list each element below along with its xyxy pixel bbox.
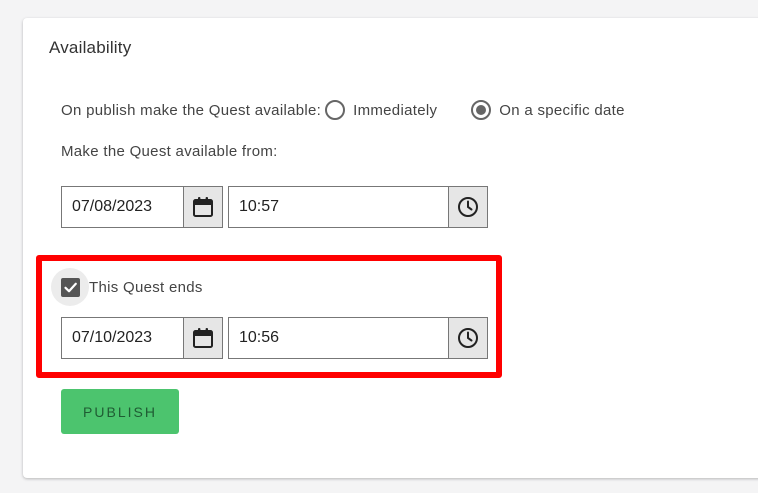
quest-ends-checkbox[interactable]	[51, 268, 89, 306]
start-time-field	[228, 186, 488, 228]
end-time-input[interactable]	[229, 318, 439, 358]
radio-button-unselected[interactable]	[325, 100, 346, 120]
clock-icon[interactable]	[448, 187, 487, 227]
radio-specific-date[interactable]: On a specific date	[471, 100, 624, 120]
start-date-input[interactable]	[62, 187, 182, 227]
publish-options-row: On publish make the Quest available: Imm…	[61, 99, 625, 121]
radio-immediately-label: Immediately	[353, 101, 438, 119]
end-time-field	[228, 317, 488, 359]
available-from-label: Make the Quest available from:	[61, 143, 278, 160]
radio-specific-date-label: On a specific date	[499, 101, 625, 119]
checkmark-icon	[60, 277, 80, 297]
start-time-input[interactable]	[229, 187, 439, 227]
radio-immediately[interactable]: Immediately	[325, 100, 437, 120]
calendar-icon[interactable]	[183, 318, 222, 358]
quest-ends-row: This Quest ends	[51, 268, 203, 306]
start-date-field	[61, 186, 223, 228]
end-date-field	[61, 317, 223, 359]
publish-prompt-label: On publish make the Quest available:	[61, 101, 322, 119]
clock-icon[interactable]	[448, 318, 487, 358]
section-title: Availability	[49, 38, 132, 57]
publish-button[interactable]: PUBLISH	[61, 389, 179, 434]
calendar-icon[interactable]	[183, 187, 222, 227]
end-date-input[interactable]	[62, 318, 182, 358]
availability-card: Availability On publish make the Quest a…	[23, 18, 758, 478]
quest-ends-label: This Quest ends	[89, 278, 203, 296]
radio-button-selected[interactable]	[471, 100, 492, 120]
